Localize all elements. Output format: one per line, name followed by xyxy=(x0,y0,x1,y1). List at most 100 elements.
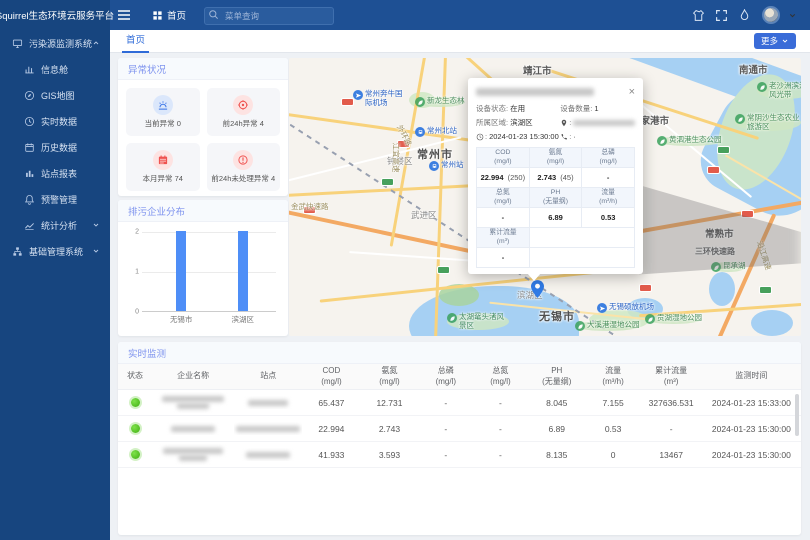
sidebar-item-label: 预警管理 xyxy=(41,193,77,206)
sidebar-item-信息舱[interactable]: 信息舱 xyxy=(0,56,110,82)
leaf-icon xyxy=(415,97,425,107)
map-district-label: 武进区 xyxy=(411,209,437,221)
fullscreen-icon[interactable] xyxy=(715,9,728,22)
column-header-总磷: 总磷(mg/l) xyxy=(418,364,473,389)
sidebar-item-GIS地图[interactable]: GIS地图 xyxy=(0,82,110,108)
map-road-shield xyxy=(717,146,730,154)
sidebar-item-实时数据[interactable]: 实时数据 xyxy=(0,108,110,134)
flame-icon[interactable] xyxy=(738,9,751,22)
popup-table-header: 氨氮(mg/l) xyxy=(530,148,583,168)
popup-table-value: 6.89 xyxy=(530,208,583,228)
table-header-row: 状态企业名称站点COD(mg/l)氨氮(mg/l)总磷(mg/l)总氮(mg/l… xyxy=(118,364,801,390)
stat-card-label: 当前异常 0 xyxy=(145,118,181,129)
poi-label: 贡湖湿地公园 xyxy=(657,314,702,323)
y-axis-tick: 0 xyxy=(135,309,139,316)
company-name-redacted xyxy=(152,444,234,465)
report-icon xyxy=(24,168,35,179)
cell-总氮: - xyxy=(473,422,528,436)
search-icon xyxy=(208,9,219,20)
cell-PH: 6.89 xyxy=(528,422,586,436)
status-indicator xyxy=(118,448,152,461)
more-button[interactable]: 更多 xyxy=(754,33,796,49)
close-icon[interactable]: × xyxy=(629,87,635,97)
sidebar-item-站点报表[interactable]: 站点报表 xyxy=(0,160,110,186)
popup-table-value: 2.743 (45) xyxy=(530,168,583,188)
sidebar-menu: 污染源监测系统信息舱 GIS地图实时数据历史数据站点报表预警管理统计分析基础管理系… xyxy=(0,30,110,540)
cell-累计流量: - xyxy=(640,422,701,436)
poi-label: 无锡硕放机场 xyxy=(609,303,654,312)
y-axis-tick: 1 xyxy=(135,269,139,276)
table-row[interactable]: 22.9942.743--6.890.53-2024-01-23 15:30:0… xyxy=(118,416,801,442)
map-marker-pin[interactable] xyxy=(531,280,544,303)
stat-card-grid: 当前异常 0 前24h异常 4本月异常 74 前24h未处理异常 4 xyxy=(118,80,288,199)
column-header-累计流量: 累计流量(m³) xyxy=(640,364,701,389)
hamburger-icon[interactable] xyxy=(116,7,132,23)
column-header-PH: PH(无量纲) xyxy=(528,364,586,389)
avatar[interactable] xyxy=(762,6,780,24)
cell-氨氮: 2.743 xyxy=(360,422,418,436)
stat-card[interactable]: 前24h未处理异常 4 xyxy=(207,143,281,191)
popup-table-value: - xyxy=(477,248,530,268)
sidebar-item-基础管理系统[interactable]: 基础管理系统 xyxy=(0,238,110,264)
chevron-down-icon[interactable] xyxy=(788,11,797,20)
abnormal-status-panel: 异常状况 当前异常 0前24h异常 4本月异常 74前24h未处理异常 4 xyxy=(118,58,288,196)
leaf-icon xyxy=(735,114,745,124)
theme-shirt-icon[interactable] xyxy=(692,9,705,22)
warning-icon xyxy=(233,150,253,170)
table-scrollbar[interactable] xyxy=(795,394,799,436)
tab-home[interactable]: 首页 xyxy=(122,30,149,53)
table-row[interactable]: 41.9333.593--8.1350134672024-01-23 15:30… xyxy=(118,442,801,468)
popup-field-value-redacted xyxy=(573,120,635,126)
poi-label: 新龙生态林 xyxy=(427,97,465,106)
popup-table-header: PH(无量纲) xyxy=(530,188,583,208)
enterprise-distribution-panel: 排污企业分布 012无锡市滨湖区 xyxy=(118,200,288,336)
popup-title-redacted xyxy=(476,88,594,96)
siren-icon xyxy=(153,95,173,115)
train-icon xyxy=(415,127,425,137)
navbar-home-label: 首页 xyxy=(167,8,186,22)
gis-map[interactable]: 靖江市南通市常州市钟楼区武进区滨湖区无锡市常熟市张家港市金武快速路外环路江宜高速… xyxy=(289,58,801,336)
navbar-home-link[interactable]: 首页 xyxy=(152,8,186,22)
stat-card[interactable]: 本月异常 74 xyxy=(126,143,200,191)
popup-table-header: 总氮(mg/l) xyxy=(477,188,530,208)
map-park-poi: 贡湖湿地公园 xyxy=(645,314,702,324)
poi-label: 常州北站 xyxy=(427,127,457,136)
stat-card-label: 前24h未处理异常 4 xyxy=(211,173,275,184)
realtime-monitoring-panel: 实时监测 状态企业名称站点COD(mg/l)氨氮(mg/l)总磷(mg/l)总氮… xyxy=(118,342,801,535)
sidebar-item-统计分析[interactable]: 统计分析 xyxy=(0,212,110,238)
map-road-label: 金武快速路 xyxy=(291,201,329,212)
column-header-监测时间: 监测时间 xyxy=(702,369,801,383)
map-road-label: 江宜高速 xyxy=(391,143,402,173)
cell-监测时间: 2024-01-23 15:30:00 xyxy=(702,448,801,462)
sidebar-item-label: 信息舱 xyxy=(41,63,68,76)
column-header-企业名称: 企业名称 xyxy=(152,369,234,383)
sidebar-item-预警管理[interactable]: 预警管理 xyxy=(0,186,110,212)
chart-gridline xyxy=(142,272,276,273)
search-input[interactable] xyxy=(204,7,334,25)
compass-icon xyxy=(24,90,35,101)
menu-search xyxy=(204,6,334,24)
map-city-label: 南通市 xyxy=(739,62,768,76)
stat-card[interactable]: 当前异常 0 xyxy=(126,88,200,136)
map-road-shield xyxy=(437,266,450,274)
column-header-站点: 站点 xyxy=(234,369,302,383)
popup-field: 设备状态:在用 xyxy=(476,103,560,114)
poi-label: 常州奔牛国际机场 xyxy=(365,90,407,107)
table-row[interactable]: 65.43712.731--8.0457.155327636.5312024-0… xyxy=(118,390,801,416)
stat-card[interactable]: 前24h异常 4 xyxy=(207,88,281,136)
cell-PH: 8.135 xyxy=(528,448,586,462)
cell-总氮: - xyxy=(473,396,528,410)
bar-chart-plot: 012无锡市滨湖区 xyxy=(142,232,276,312)
sidebar-item-污染源监测系统[interactable]: 污染源监测系统 xyxy=(0,30,110,56)
popup-field-label: : xyxy=(569,118,571,127)
clock-icon xyxy=(24,116,35,127)
popup-field: 设备数量:1 xyxy=(560,103,635,114)
popup-table-value: - xyxy=(582,168,634,188)
panel-title: 排污企业分布 xyxy=(118,200,288,222)
status-indicator xyxy=(118,422,152,435)
map-lake xyxy=(751,310,793,336)
popup-table-value: - xyxy=(477,208,530,228)
calendar-red-icon xyxy=(153,150,173,170)
sidebar-item-历史数据[interactable]: 历史数据 xyxy=(0,134,110,160)
poi-label: 太湖鼋头渚风景区 xyxy=(459,313,509,330)
